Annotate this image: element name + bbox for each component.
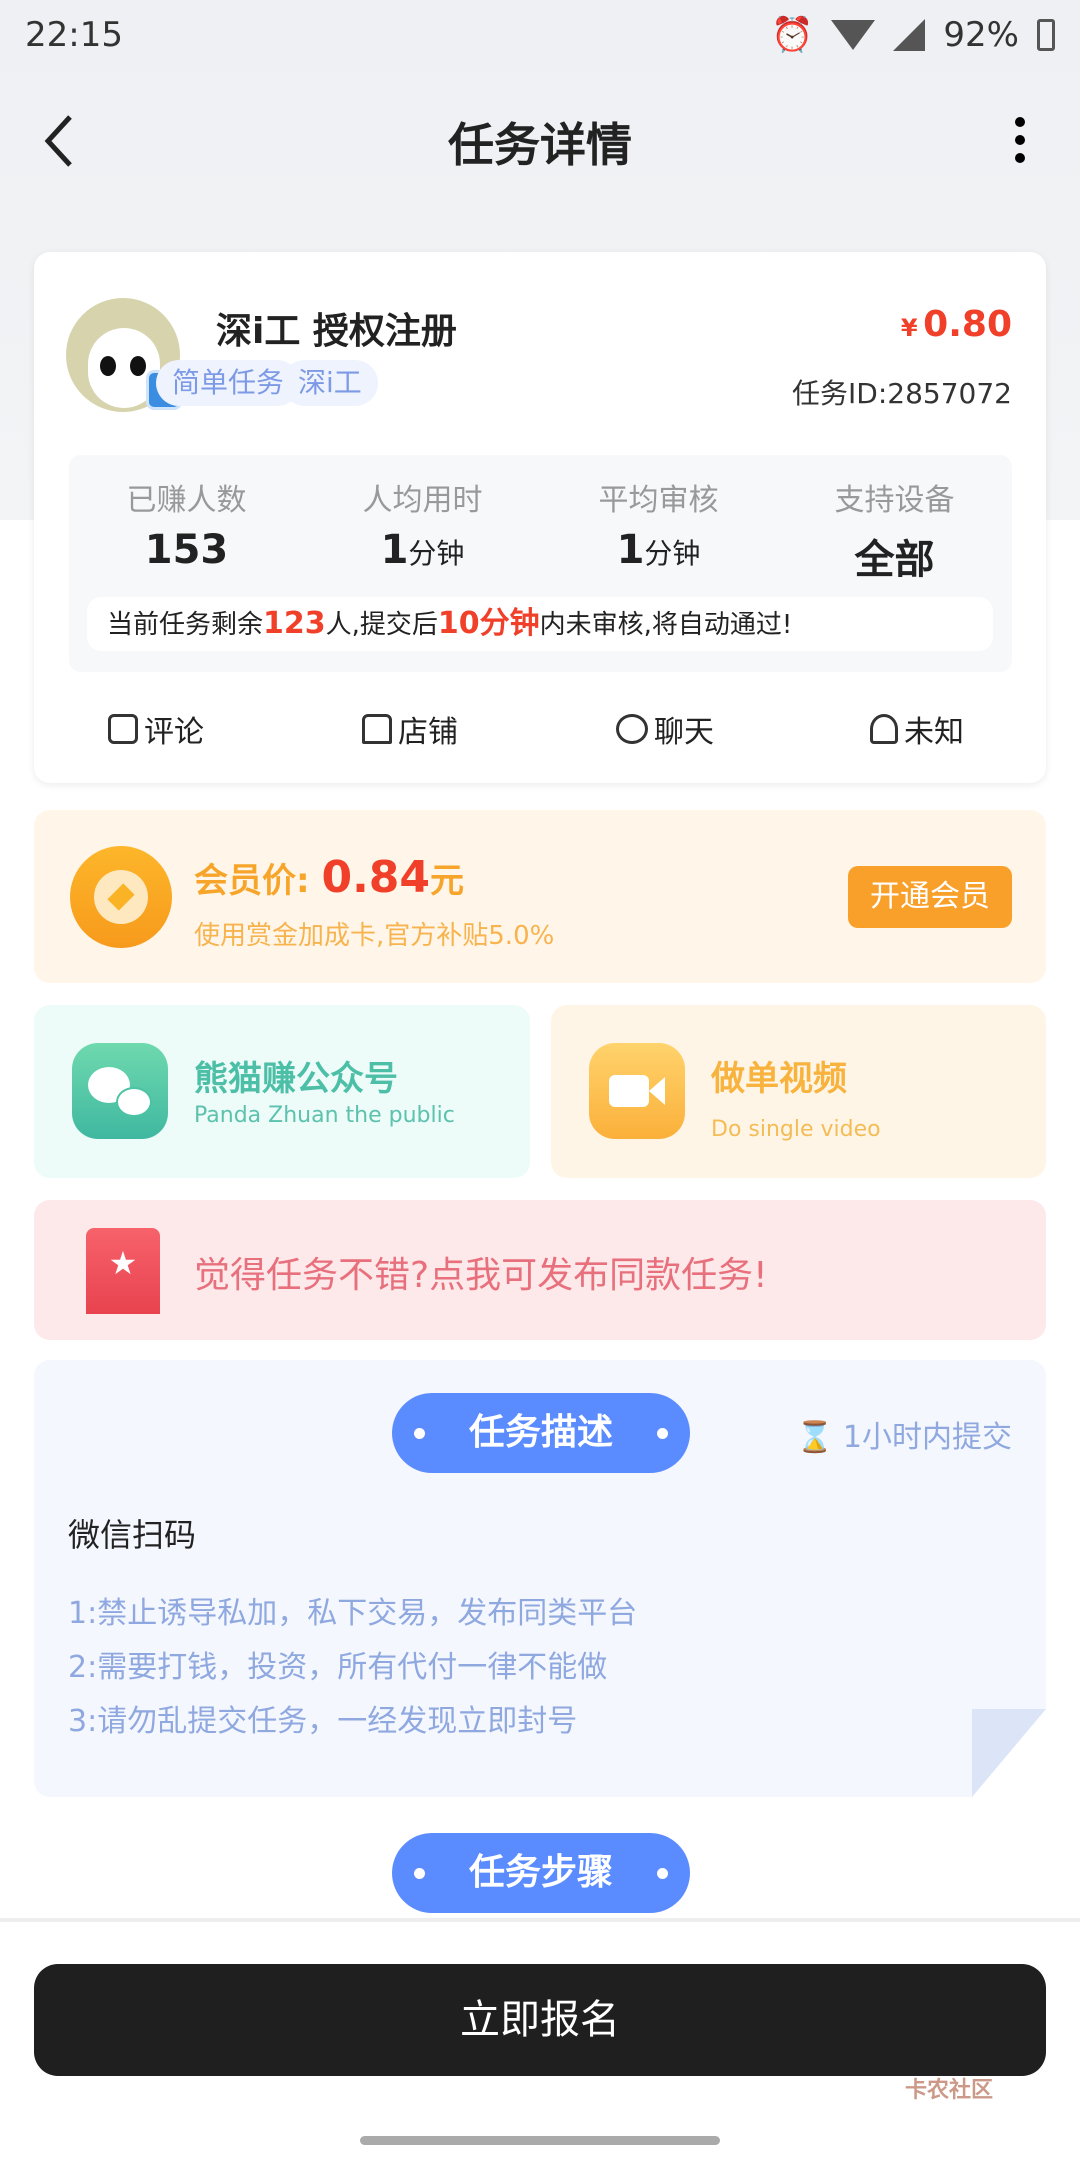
video-tutorial-title: 做单视频 [711, 1059, 847, 1099]
task-price: ¥ 0.80 [900, 304, 1012, 345]
chat-button[interactable]: 聊天 [616, 707, 714, 751]
signal-icon [893, 19, 926, 51]
task-id: 任务ID:2857072 [792, 377, 1012, 410]
location-icon [870, 714, 898, 744]
member-price: 会员价: 0.84元 [194, 852, 465, 903]
shop-icon [362, 714, 392, 744]
task-tag: 深i工 [282, 360, 378, 406]
official-account-card[interactable]: 熊猫赚公众号 Panda Zhuan the public [34, 1005, 530, 1178]
comment-button[interactable]: 评论 [108, 707, 204, 751]
publish-similar-text: 觉得任务不错?点我可发布同款任务! [194, 1255, 768, 1296]
home-indicator[interactable] [360, 2136, 720, 2145]
task-description-heading: 任务描述 [392, 1393, 690, 1473]
stat-avg-review: 平均审核 1分钟 [598, 483, 719, 573]
stat-earned: 已赚人数 153 [126, 483, 247, 573]
hourglass-icon: ⌛ [796, 1420, 834, 1455]
comment-icon [108, 714, 138, 744]
task-tag: 简单任务 [156, 360, 301, 406]
wifi-icon [831, 20, 876, 50]
remaining-notice: 当前任务剩余123人,提交后10分钟内未审核,将自动通过! [87, 597, 993, 651]
task-title: 深i工 授权注册 [216, 311, 457, 352]
video-camera-icon [589, 1043, 685, 1139]
member-subsidy: 使用赏金加成卡,官方补贴5.0% [194, 921, 555, 951]
rule-item: 3:请勿乱提交任务，一经发现立即封号 [68, 1704, 578, 1739]
shop-button[interactable]: 店铺 [362, 707, 458, 751]
status-time: 22:15 [25, 15, 123, 55]
official-account-title: 熊猫赚公众号 [194, 1059, 398, 1099]
page-title: 任务详情 [448, 118, 632, 172]
member-price-panel: 会员价: 0.84元 使用赏金加成卡,官方补贴5.0% 开通会员 [34, 810, 1046, 983]
wechat-icon [72, 1043, 168, 1139]
rule-item: 1:禁止诱导私加，私下交易，发布同类平台 [68, 1596, 638, 1631]
stat-avg-time: 人均用时 1分钟 [362, 483, 483, 573]
video-tutorial-card[interactable]: 做单视频 Do single video [551, 1005, 1046, 1178]
status-bar: 22:15 ⏰ 92% [25, 10, 1055, 60]
battery-icon [1037, 19, 1055, 51]
header: 任务详情 [0, 95, 1080, 185]
watermark-logo: 卡农社区 [905, 2078, 994, 2103]
open-membership-button[interactable]: 开通会员 [848, 866, 1012, 928]
location-button[interactable]: 未知 [870, 707, 964, 751]
bookmark-star-icon: ★ [86, 1228, 160, 1314]
publish-similar-banner[interactable]: ★ 觉得任务不错?点我可发布同款任务! [34, 1200, 1046, 1340]
description-main: 微信扫码 [68, 1516, 197, 1554]
task-description-panel: 任务描述 ⌛ 1小时内提交 微信扫码 1:禁止诱导私加，私下交易，发布同类平台 … [34, 1360, 1046, 1797]
task-card: 深i工 授权注册 简单任务 深i工 ¥ 0.80 任务ID:2857072 已赚… [34, 252, 1046, 783]
stat-devices: 支持设备 全部 [834, 483, 955, 583]
coin-icon [70, 846, 172, 948]
battery-text: 92% [943, 15, 1019, 55]
stats-panel: 已赚人数 153 人均用时 1分钟 平均审核 1分钟 支持设备 全部 当前任务剩余123… [69, 455, 1012, 672]
alarm-icon: ⏰ [771, 15, 814, 55]
task-steps-heading: 任务步骤 [392, 1833, 690, 1913]
page-curl-decoration [972, 1709, 1046, 1797]
chat-icon [616, 714, 648, 744]
deadline: ⌛ 1小时内提交 [796, 1420, 1012, 1455]
more-icon[interactable] [1010, 115, 1030, 165]
rule-item: 2:需要打钱，投资，所有代付一律不能做 [68, 1650, 608, 1685]
sign-up-button[interactable]: 立即报名 [34, 1964, 1046, 2076]
official-account-subtitle: Panda Zhuan the public [194, 1103, 455, 1128]
video-tutorial-subtitle: Do single video [711, 1117, 881, 1142]
